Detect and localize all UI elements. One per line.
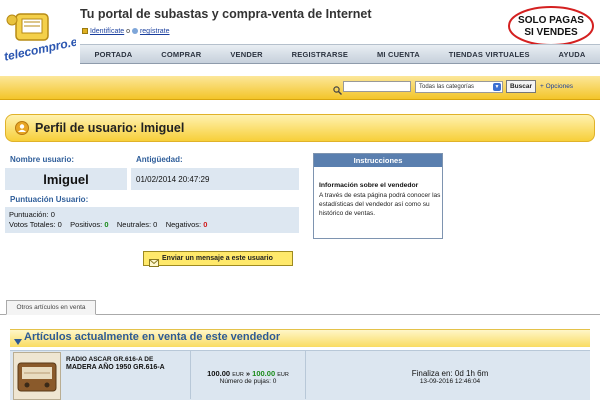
ends-label: Finaliza en: [411, 369, 453, 378]
negative-label: Negativos: [165, 220, 202, 229]
username-label: Nombre usuario: [10, 155, 75, 164]
main-nav: PORTADA COMPRAR VENDER REGISTRARSE MI CU… [80, 44, 600, 64]
neutral-value: 0 [153, 220, 158, 229]
neutral-label: Neutrales: [116, 220, 152, 229]
negative-value: 0 [203, 220, 208, 229]
category-select-value: Todas las categorías [419, 84, 475, 90]
slogan-line2: SI VENDES [524, 27, 578, 38]
votes-value: 0 [57, 220, 62, 229]
item-price: 100.00 EUR » 100.00 EUR [193, 369, 303, 378]
ends-value: 0d 1h 6m [454, 369, 489, 378]
send-message-label: Enviar un mensaje a este usuario [162, 255, 273, 262]
nav-item-mi-cuenta[interactable]: MI CUENTA [377, 50, 420, 59]
site-title: Tu portal de subastas y compra-venta de … [80, 7, 372, 21]
nav-item-vender[interactable]: VENDER [230, 50, 262, 59]
seniority-value: 01/02/2014 20:47:29 [136, 175, 210, 184]
search-icon [333, 82, 342, 100]
triangle-down-icon [14, 333, 22, 351]
seniority-label: Antigüedad: [136, 155, 183, 164]
register-link[interactable]: regístrate [140, 28, 170, 35]
site-logo[interactable]: telecompro.es [2, 8, 86, 68]
username-value: lmiguel [43, 172, 89, 187]
positive-value: 0 [104, 220, 109, 229]
nav-item-tiendas-virtuales[interactable]: TIENDAS VIRTUALES [449, 50, 530, 59]
chevron-down-icon: ▼ [493, 83, 501, 91]
votes-line: Votos Totales: 0 Positivos: 0 Neutrales:… [9, 220, 207, 229]
for-sale-title: Artículos actualmente en venta de este v… [24, 331, 281, 343]
instructions-heading: Información sobre el vendedor [319, 182, 419, 189]
login-link[interactable]: Identifícate [90, 28, 124, 35]
nav-item-portada[interactable]: PORTADA [94, 50, 132, 59]
bid-count: Número de pujas: 0 [193, 378, 303, 385]
instructions-title: Instrucciones [314, 154, 442, 167]
item-thumbnail[interactable] [13, 352, 61, 400]
page-title: Perfil de usuario: lmiguel [35, 121, 185, 135]
start-price: 100.00 [207, 369, 231, 378]
bids-value: 0 [272, 378, 277, 385]
slogan-badge: SOLO PAGAS SI VENDES [506, 4, 596, 48]
envelope-icon [149, 254, 159, 272]
votes-label: Votos Totales: [9, 220, 56, 229]
column-divider [305, 351, 306, 399]
tab-other-items[interactable]: Otros artículos en venta [6, 300, 96, 315]
user-add-icon [132, 28, 138, 35]
column-divider [190, 351, 191, 399]
score-label: Puntuación: [9, 210, 49, 219]
slogan-line1: SOLO PAGAS [518, 15, 584, 26]
score-line: Puntuación: 0 [9, 210, 55, 219]
instructions-panel: Instrucciones Información sobre el vende… [313, 153, 443, 239]
user-icon [15, 121, 29, 140]
search-button[interactable]: Buscar [506, 80, 536, 93]
score-value: 0 [50, 210, 55, 219]
search-input[interactable] [343, 81, 411, 92]
nav-item-registrarse[interactable]: REGISTRARSE [292, 50, 348, 59]
ends-in: Finaliza en: 0d 1h 6m [310, 369, 590, 378]
instructions-text: A través de esta página podrá conocer la… [319, 192, 441, 217]
item-title-line2[interactable]: MADERA AÑO 1950 GR.616-A [66, 364, 165, 371]
bids-label: Número de pujas: [219, 378, 271, 385]
price-arrow: » [245, 369, 251, 378]
score-section-label: Puntuación Usuario: [10, 195, 89, 204]
login-line: Identifícate o regístrate [82, 28, 170, 35]
options-link[interactable]: + Opciones [540, 83, 573, 90]
nav-item-comprar[interactable]: COMPRAR [161, 50, 201, 59]
item-title-line1[interactable]: RADIO ASCAR GR.616-A DE [66, 356, 186, 364]
category-select[interactable]: Todas las categorías ▼ [415, 81, 503, 93]
end-date: 13-09-2016 12:46:04 [419, 378, 481, 385]
current-bid: 100.00 [252, 369, 276, 378]
login-separator: o [124, 28, 132, 35]
positive-label: Positivos: [70, 220, 103, 229]
send-message-button[interactable]: Enviar un mensaje a este usuario [143, 251, 293, 266]
lock-icon [82, 28, 88, 35]
nav-item-ayuda[interactable]: AYUDA [559, 50, 586, 59]
